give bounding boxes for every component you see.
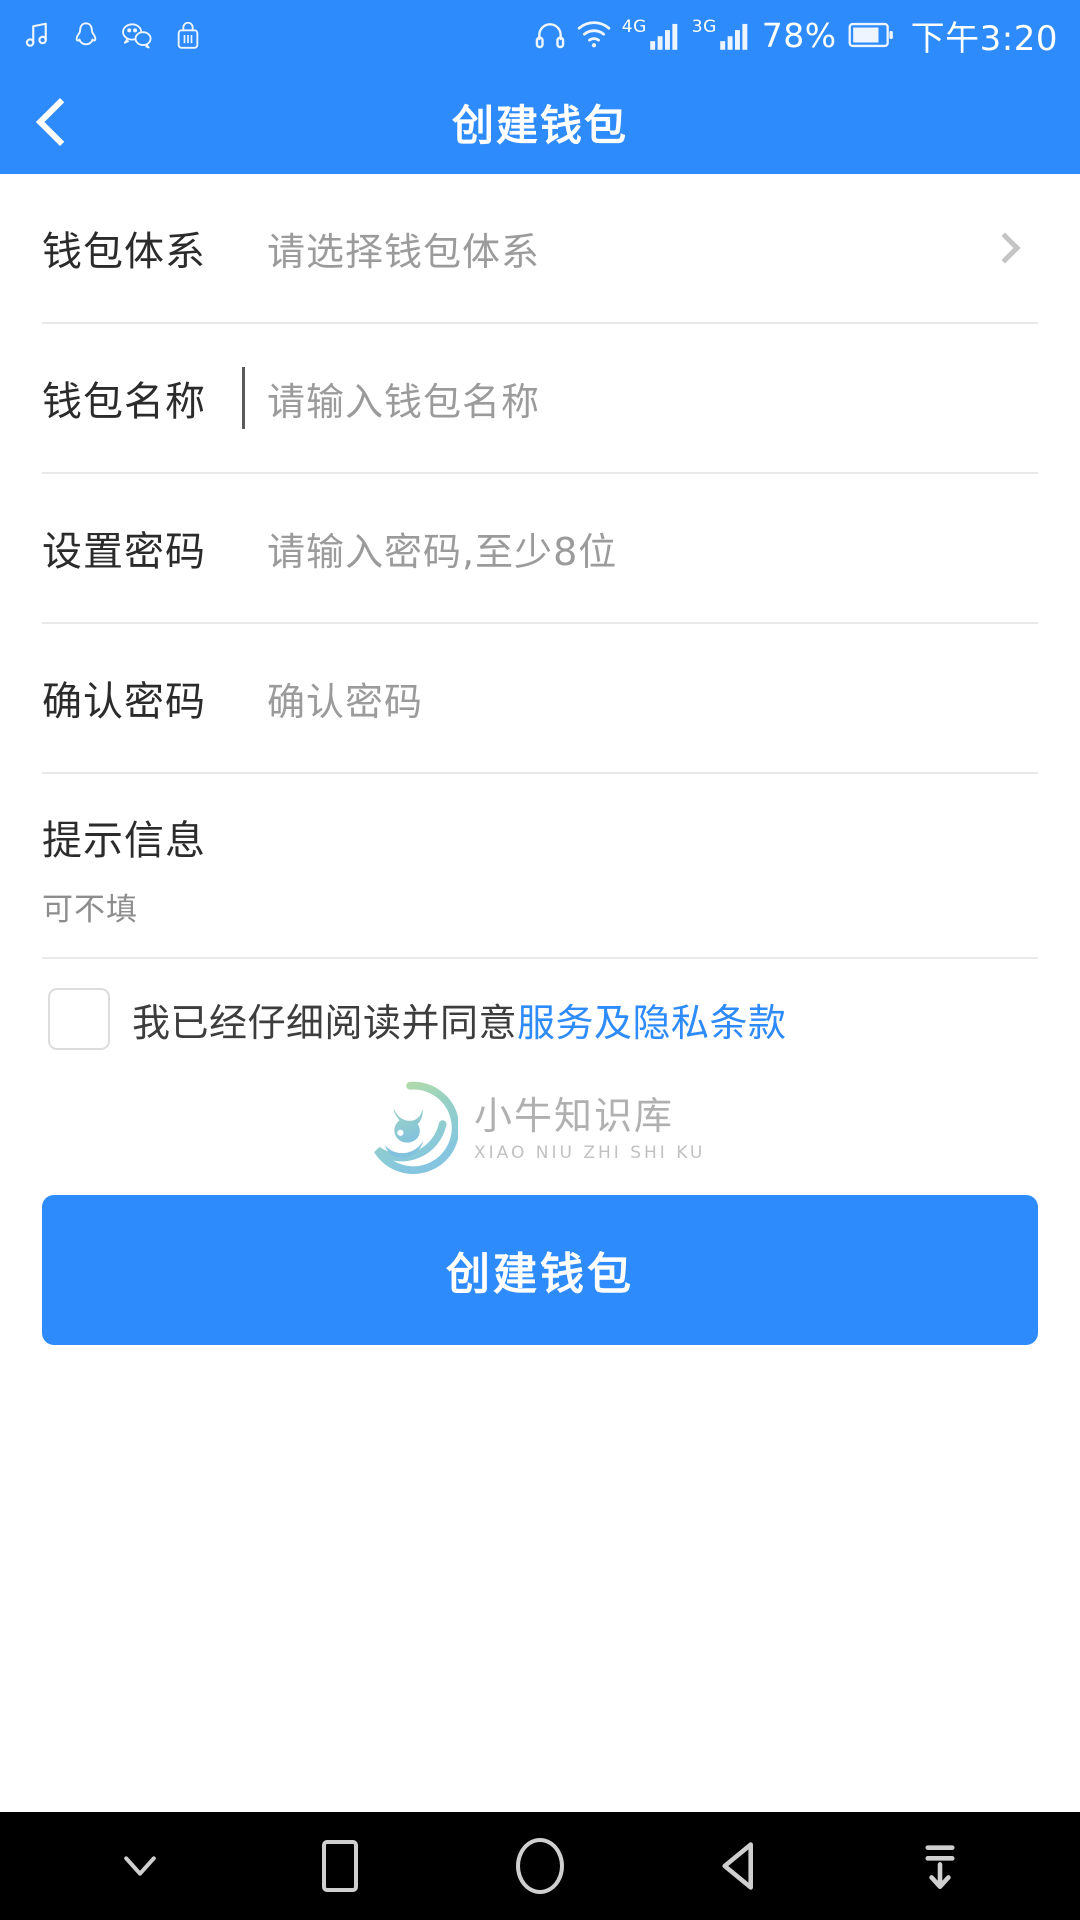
nav-home-button[interactable]	[480, 1812, 600, 1920]
headphone-icon	[534, 19, 566, 51]
create-wallet-button[interactable]: 创建钱包	[42, 1195, 1038, 1345]
page-title: 创建钱包	[451, 100, 628, 150]
chevron-right-icon	[989, 232, 1021, 264]
signal-bars-2-icon	[719, 19, 751, 51]
music-note-icon	[22, 18, 52, 52]
phone-screen: 4G 3G 78% 下午3:20 创建钱包 钱包体系 请选择钱包体系 钱包名称 …	[0, 0, 1080, 1920]
field-row-wallet-name[interactable]: 钱包名称 请输入钱包名称	[42, 324, 1038, 472]
field-row-confirm-password[interactable]: 确认密码 确认密码	[42, 624, 1038, 772]
lock-app-icon	[174, 18, 202, 52]
back-button[interactable]	[0, 70, 110, 174]
status-bar-right-icons: 4G 3G 78% 下午3:20	[534, 11, 1058, 60]
download-arrow-icon	[925, 1845, 955, 1889]
nav-pull-down-button[interactable]	[880, 1812, 1000, 1920]
circle-icon	[516, 1838, 564, 1894]
triangle-left-icon	[722, 1842, 753, 1890]
agreement-row[interactable]: 我已经仔细阅读并同意服务及隐私条款	[42, 959, 1038, 1079]
field-label-hint-info: 提示信息	[42, 818, 206, 864]
nav-recents-button[interactable]	[280, 1812, 400, 1920]
field-label-confirm-password: 确认密码	[42, 679, 206, 725]
wallet-name-input[interactable]: 请输入钱包名称	[242, 366, 1038, 429]
field-row-hint-info[interactable]: 提示信息 可不填	[42, 774, 1038, 957]
agreement-label: 我已经仔细阅读并同意	[132, 1000, 518, 1045]
status-bar-left-icons	[22, 18, 202, 52]
field-value-wallet-system[interactable]: 请选择钱包体系	[242, 221, 994, 276]
signal-bars-1-icon	[649, 19, 681, 51]
clock-label: 下午3:20	[910, 18, 1058, 59]
signal-generation-2: 3G	[691, 16, 717, 37]
field-row-set-password[interactable]: 设置密码 请输入密码,至少8位	[42, 474, 1038, 622]
terms-privacy-link[interactable]: 服务及隐私条款	[517, 1001, 787, 1045]
field-label-wallet-system: 钱包体系	[42, 229, 206, 275]
chevron-left-icon	[35, 97, 85, 147]
agreement-text: 我已经仔细阅读并同意服务及隐私条款	[132, 992, 787, 1047]
confirm-password-input[interactable]: 确认密码	[242, 671, 1038, 726]
wifi-icon	[577, 20, 611, 50]
agreement-checkbox[interactable]	[48, 988, 110, 1050]
field-label-set-password: 设置密码	[42, 529, 206, 575]
form-container: 钱包体系 请选择钱包体系 钱包名称 请输入钱包名称 设置密码 请输入密码,至少8…	[0, 174, 1080, 1812]
status-bar: 4G 3G 78% 下午3:20	[0, 0, 1080, 70]
wechat-icon	[120, 20, 154, 50]
qq-penguin-icon	[72, 18, 100, 52]
field-label-wallet-name: 钱包名称	[42, 379, 206, 425]
battery-percent-label: 78%	[761, 15, 837, 55]
set-password-input[interactable]: 请输入密码,至少8位	[242, 521, 1038, 576]
chevron-down-icon	[124, 1856, 156, 1876]
battery-icon	[848, 20, 894, 50]
submit-container: 创建钱包	[42, 1079, 1038, 1345]
nav-back-button[interactable]	[680, 1812, 800, 1920]
field-row-wallet-system[interactable]: 钱包体系 请选择钱包体系	[42, 174, 1038, 322]
square-icon	[322, 1840, 358, 1892]
nav-hide-keyboard-button[interactable]	[80, 1812, 200, 1920]
hint-info-input[interactable]: 可不填	[42, 884, 1038, 929]
signal-generation-1: 4G	[621, 16, 647, 37]
system-nav-bar	[0, 1812, 1080, 1920]
app-header: 创建钱包	[0, 70, 1080, 174]
